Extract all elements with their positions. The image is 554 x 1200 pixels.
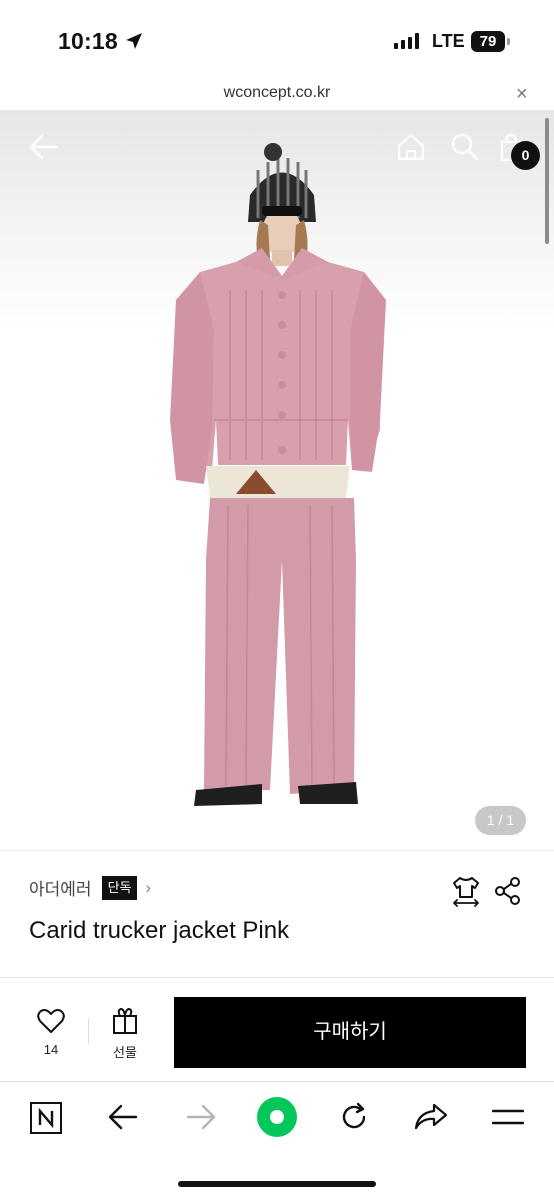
network-type: LTE xyxy=(432,31,465,51)
product-info: 아더에러 단독 › Carid trucker jacket Pink xyxy=(0,850,554,978)
cart-count-badge: 0 xyxy=(511,141,540,170)
divider xyxy=(88,1018,89,1044)
gift-button[interactable]: 선물 xyxy=(104,1007,146,1061)
size-guide-icon[interactable] xyxy=(451,875,481,907)
gift-label: 선물 xyxy=(113,1045,137,1060)
back-arrow-icon[interactable] xyxy=(28,134,58,160)
refresh-icon[interactable] xyxy=(338,1101,370,1133)
brand-link[interactable]: 아더에러 단독 › xyxy=(29,875,151,900)
product-image[interactable] xyxy=(0,110,554,850)
naver-green-dot-icon[interactable] xyxy=(256,1096,298,1138)
url-domain[interactable]: wconcept.co.kr xyxy=(0,84,554,102)
image-counter: 1 / 1 xyxy=(475,806,526,835)
purchase-bar: 14 선물 구매하기 xyxy=(0,978,554,1082)
status-time: 10:18 xyxy=(58,28,118,54)
cell-signal-icon xyxy=(394,33,419,49)
like-button[interactable]: 14 xyxy=(30,1008,72,1057)
browser-forward-icon[interactable] xyxy=(186,1104,216,1130)
location-arrow-icon xyxy=(126,33,142,49)
battery-nub xyxy=(507,38,510,45)
browser-back-icon[interactable] xyxy=(108,1104,138,1130)
heart-icon[interactable] xyxy=(37,1008,65,1034)
share-icon[interactable] xyxy=(494,877,522,905)
model-photo xyxy=(170,143,386,806)
like-count: 14 xyxy=(43,1042,59,1057)
buy-button[interactable]: 구매하기 xyxy=(174,997,526,1068)
exclusive-badge: 단독 xyxy=(101,875,138,900)
search-icon[interactable] xyxy=(450,132,480,162)
brand-name[interactable]: 아더에러 xyxy=(29,875,92,900)
home-indicator[interactable] xyxy=(178,1181,376,1187)
product-name: Carid trucker jacket Pink xyxy=(29,917,290,944)
status-bar: 10:18 LTE 79 xyxy=(0,0,554,80)
naver-n-icon[interactable] xyxy=(30,1102,62,1134)
url-bar[interactable]: wconcept.co.kr × xyxy=(0,80,554,110)
home-icon[interactable] xyxy=(396,132,426,162)
close-icon[interactable]: × xyxy=(516,83,528,106)
battery-icon: 79 xyxy=(471,31,505,52)
share-arrow-icon[interactable] xyxy=(414,1103,448,1131)
chevron-right-icon[interactable]: › xyxy=(145,878,151,898)
scrollbar[interactable] xyxy=(545,118,549,244)
gift-icon[interactable] xyxy=(111,1007,139,1034)
menu-icon[interactable] xyxy=(492,1107,524,1127)
